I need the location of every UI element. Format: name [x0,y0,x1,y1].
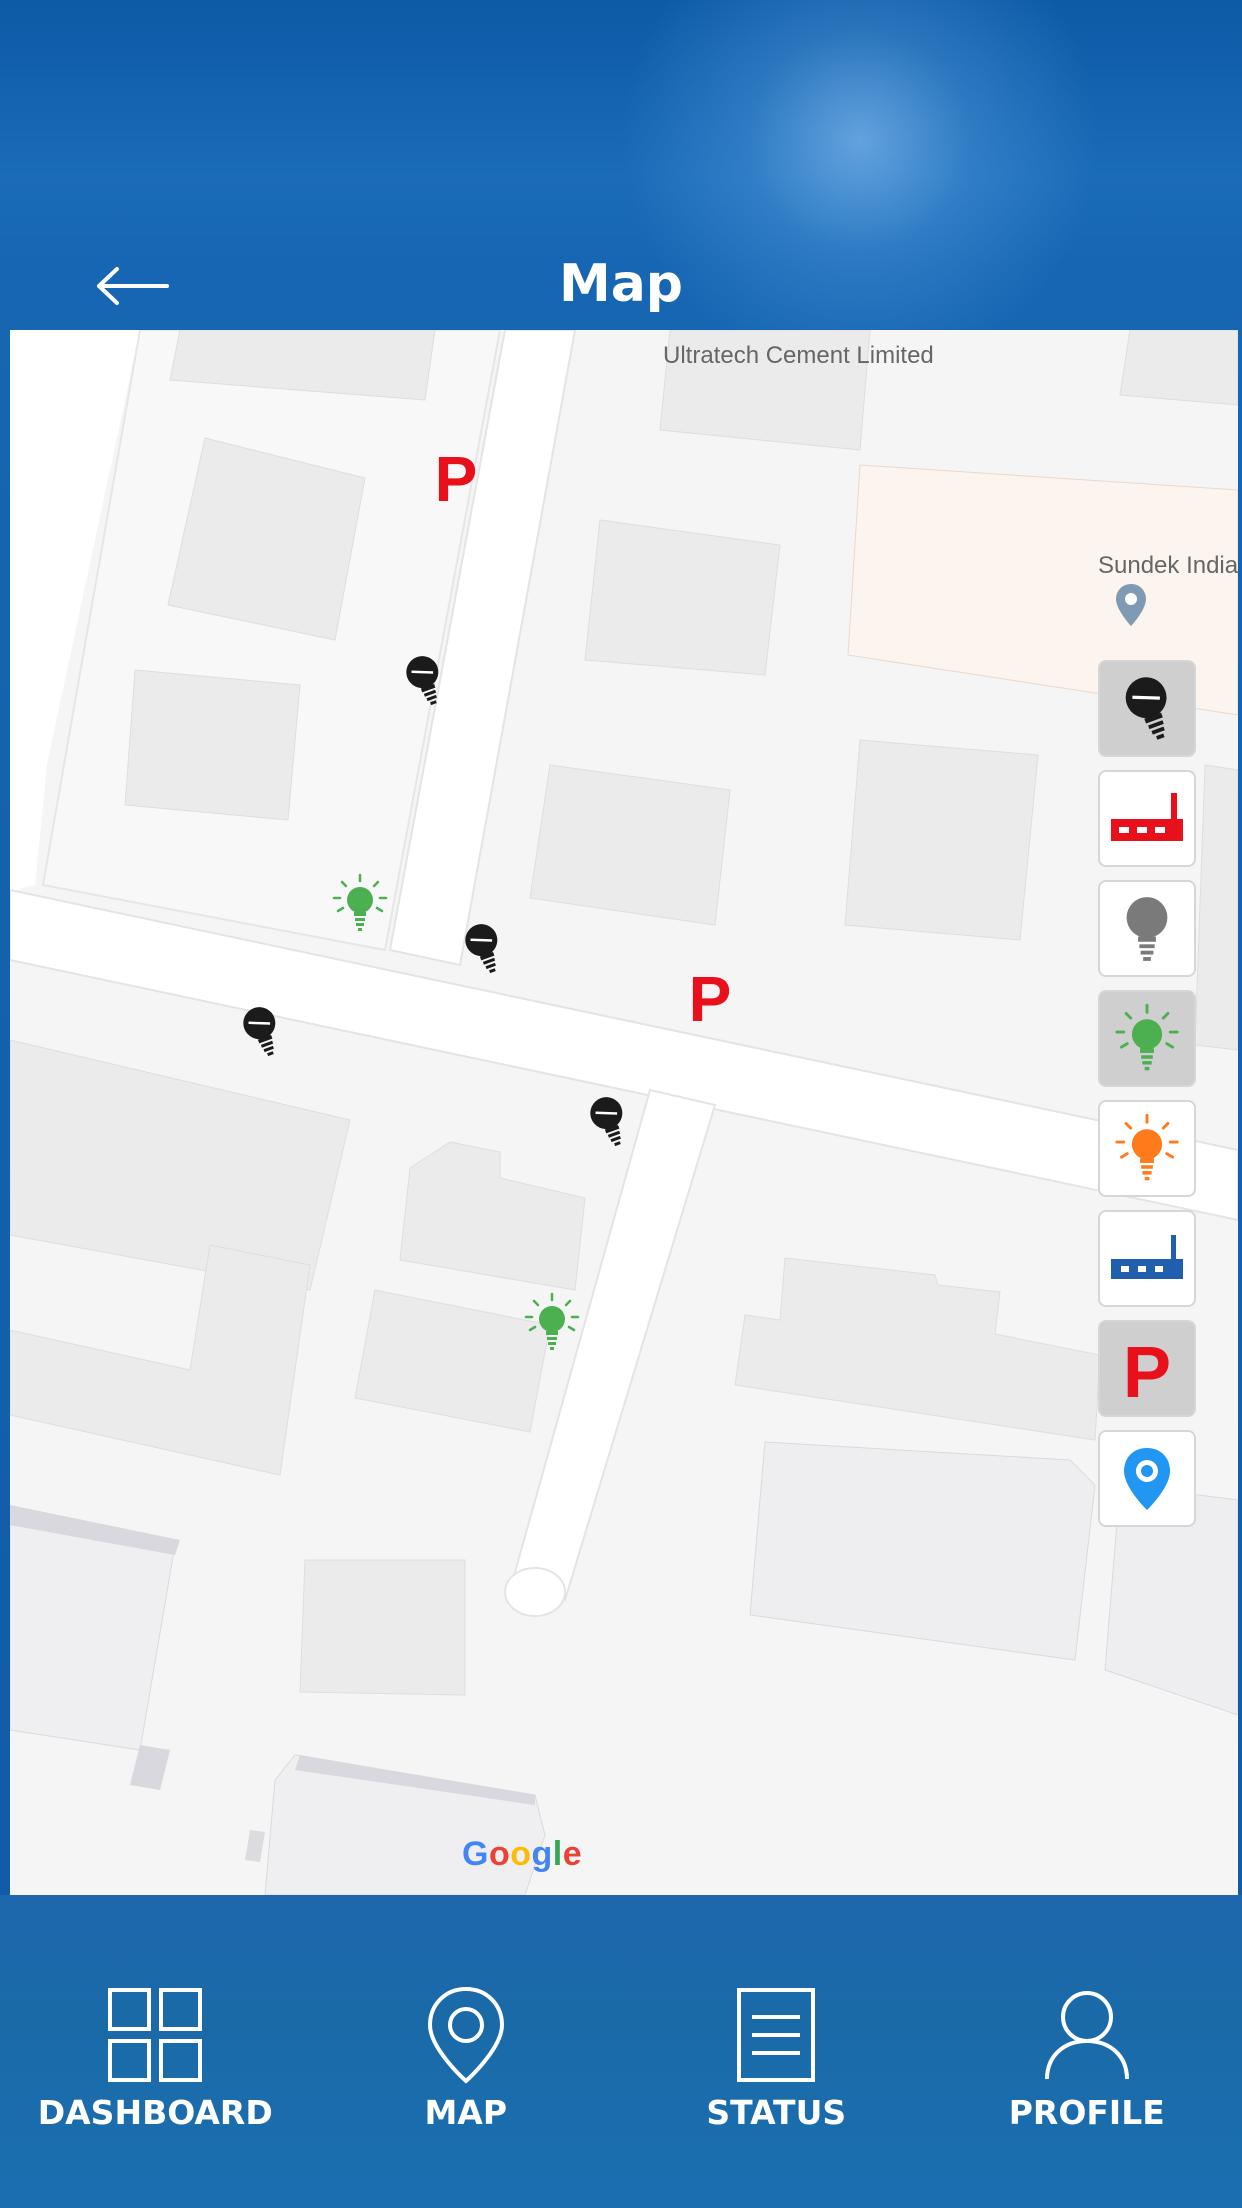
bulb-orange-icon [1115,1113,1179,1180]
router-blue-icon [1111,1234,1183,1279]
nav-dashboard-label: DASHBOARD [37,2093,273,2132]
document-icon [737,1988,816,2082]
map-label-sundek: Sundek India [1098,552,1238,579]
bulb-off-icon [1125,676,1167,740]
parking-marker-2[interactable]: P [686,965,734,1027]
header: Map [0,230,1242,340]
legend-light-grey[interactable] [1098,880,1196,977]
map-view[interactable]: Ultratech Cement Limited Sundek India P … [10,330,1238,1895]
nav-status[interactable]: STATUS [621,1985,932,2155]
legend-light-on[interactable] [1098,990,1196,1087]
page-title: Map [558,254,684,314]
nav-map-label: MAP [424,2093,508,2132]
nav-profile[interactable]: PROFILE [932,1985,1242,2155]
legend-panel: P [1098,660,1198,1540]
svg-text:P: P [689,965,732,1027]
legend-light-off[interactable] [1098,660,1196,757]
parking-icon: P [1123,1334,1171,1404]
nav-map[interactable]: MAP [311,1985,622,2155]
legend-gateway-blue[interactable] [1098,1210,1196,1307]
poi-pin-icon[interactable] [1114,582,1148,628]
grid-icon [108,1988,203,2082]
parking-marker-1[interactable]: P [432,445,480,507]
nav-profile-label: PROFILE [1008,2093,1165,2132]
map-label-ultratech: Ultratech Cement Limited [663,342,934,369]
map-pin-icon [427,1986,504,2084]
svg-text:P: P [435,445,478,507]
legend-location[interactable] [1098,1430,1196,1527]
light-off-marker-3[interactable] [240,1003,280,1061]
bulb-green-icon [1115,1003,1179,1070]
location-pin-icon [1124,1447,1170,1510]
legend-light-orange[interactable] [1098,1100,1196,1197]
svg-text:P: P [1123,1334,1171,1404]
light-off-marker-1[interactable] [403,652,443,710]
nav-dashboard[interactable]: DASHBOARD [0,1985,311,2155]
router-red-icon [1111,792,1183,841]
bulb-grey-icon [1126,896,1168,961]
nav-status-label: STATUS [706,2093,847,2132]
user-icon [1044,1991,1129,2080]
light-off-marker-4[interactable] [587,1093,627,1151]
legend-parking[interactable]: P [1098,1320,1196,1417]
light-on-marker-1[interactable] [330,873,390,935]
bottom-nav: DASHBOARD MAP STATUS PROFILE [0,1985,1242,2155]
legend-gateway-red[interactable] [1098,770,1196,867]
light-off-marker-2[interactable] [462,920,502,978]
light-on-marker-2[interactable] [522,1292,582,1354]
google-logo: Google [462,1835,583,1873]
